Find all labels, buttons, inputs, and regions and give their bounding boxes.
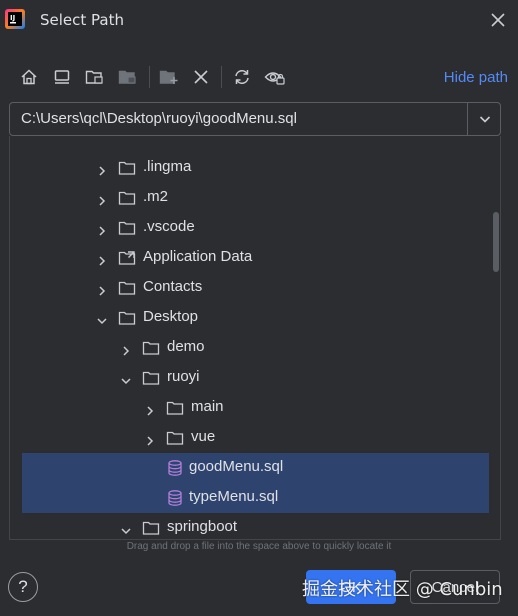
chevron-down-icon[interactable] xyxy=(476,110,494,128)
folder-icon xyxy=(118,159,136,177)
tree-item-label: Application Data xyxy=(143,248,253,265)
home-icon[interactable] xyxy=(18,66,40,88)
folder-icon xyxy=(118,279,136,297)
chevron-right-icon[interactable] xyxy=(144,402,156,416)
help-button[interactable]: ? xyxy=(8,572,38,602)
folder-row[interactable]: demo xyxy=(10,333,500,363)
database-file-icon xyxy=(166,489,184,507)
chevron-down-icon[interactable] xyxy=(120,522,132,535)
project-folder-icon[interactable] xyxy=(84,66,106,88)
database-file-icon xyxy=(166,459,184,477)
tree-item-label: .m2 xyxy=(143,188,169,205)
tree-item-label: goodMenu.sql xyxy=(189,458,284,475)
chevron-down-icon[interactable] xyxy=(120,372,132,385)
chevron-down-icon[interactable] xyxy=(96,312,108,325)
folder-row[interactable]: main xyxy=(10,393,500,423)
folder-row[interactable]: vue xyxy=(10,423,500,453)
chevron-right-icon[interactable] xyxy=(144,432,156,446)
watermark: 掘金技术社区 @ Cunbin xyxy=(302,579,503,600)
folder-icon xyxy=(118,309,136,327)
folder-row[interactable]: .vscode xyxy=(10,213,500,243)
delete-icon[interactable] xyxy=(190,66,212,88)
chevron-right-icon[interactable] xyxy=(96,192,108,206)
folder-row[interactable]: Desktop xyxy=(10,303,500,333)
folder-row[interactable]: ruoyi xyxy=(10,363,500,393)
folder-row[interactable]: Contacts xyxy=(10,273,500,303)
folder-icon xyxy=(118,219,136,237)
folder-icon xyxy=(142,369,160,387)
toolbar-separator xyxy=(221,66,222,88)
hide-path-link[interactable]: Hide path xyxy=(444,69,508,86)
folder-icon xyxy=(142,519,160,537)
vertical-scrollbar[interactable] xyxy=(493,212,499,272)
folder-icon xyxy=(142,339,160,357)
chevron-right-icon[interactable] xyxy=(96,282,108,296)
close-icon[interactable] xyxy=(490,12,506,28)
svg-text:IJ: IJ xyxy=(10,14,15,22)
chevron-right-icon[interactable] xyxy=(96,222,108,236)
folder-link-icon xyxy=(118,249,136,267)
folder-icon xyxy=(118,189,136,207)
tree-item-label: .lingma xyxy=(143,158,192,175)
tree-item-label: Desktop xyxy=(143,308,199,325)
folder-row[interactable]: .m2 xyxy=(10,183,500,213)
tree-item-label: springboot xyxy=(167,518,238,535)
file-row[interactable]: goodMenu.sql xyxy=(22,453,489,483)
drag-drop-hint: Drag and drop a file into the space abov… xyxy=(126,541,392,552)
new-folder-icon[interactable] xyxy=(158,66,180,88)
toolbar-separator xyxy=(149,66,150,88)
chevron-right-icon[interactable] xyxy=(120,342,132,356)
tree-item-label: .vscode xyxy=(143,218,195,235)
tree-item-label: Contacts xyxy=(143,278,203,295)
tree-item-label: vue xyxy=(191,428,216,445)
file-row[interactable]: typeMenu.sql xyxy=(22,483,489,513)
tree-item-label: demo xyxy=(167,338,205,355)
refresh-icon[interactable] xyxy=(231,66,253,88)
folder-icon xyxy=(166,429,184,447)
folder-row[interactable]: Application Data xyxy=(10,243,500,273)
chevron-right-icon[interactable] xyxy=(96,162,108,176)
tree-item-label: main xyxy=(191,398,224,415)
title-bar: IJ Select Path xyxy=(0,0,518,42)
intellij-idea-icon: IJ xyxy=(5,9,25,29)
show-hidden-icon[interactable] xyxy=(264,66,286,88)
chevron-right-icon[interactable] xyxy=(96,252,108,266)
folder-icon xyxy=(166,399,184,417)
window-title: Select Path xyxy=(40,11,124,29)
path-divider xyxy=(467,103,468,135)
folder-row[interactable]: .lingma xyxy=(10,153,500,183)
path-combobox[interactable]: C:\Users\qcl\Desktop\ruoyi\goodMenu.sql xyxy=(9,102,501,136)
tree-item-label: ruoyi xyxy=(167,368,200,385)
desktop-icon[interactable] xyxy=(51,66,73,88)
tree-item-label: typeMenu.sql xyxy=(189,488,279,505)
folder-row[interactable]: springboot xyxy=(10,513,500,539)
module-folder-icon[interactable] xyxy=(117,66,139,88)
file-tree[interactable]: springboot typeMenu.sql goodMenu.sql vue mai… xyxy=(9,136,501,540)
path-input[interactable]: C:\Users\qcl\Desktop\ruoyi\goodMenu.sql xyxy=(21,110,297,127)
toolbar: Hide path xyxy=(10,62,508,92)
